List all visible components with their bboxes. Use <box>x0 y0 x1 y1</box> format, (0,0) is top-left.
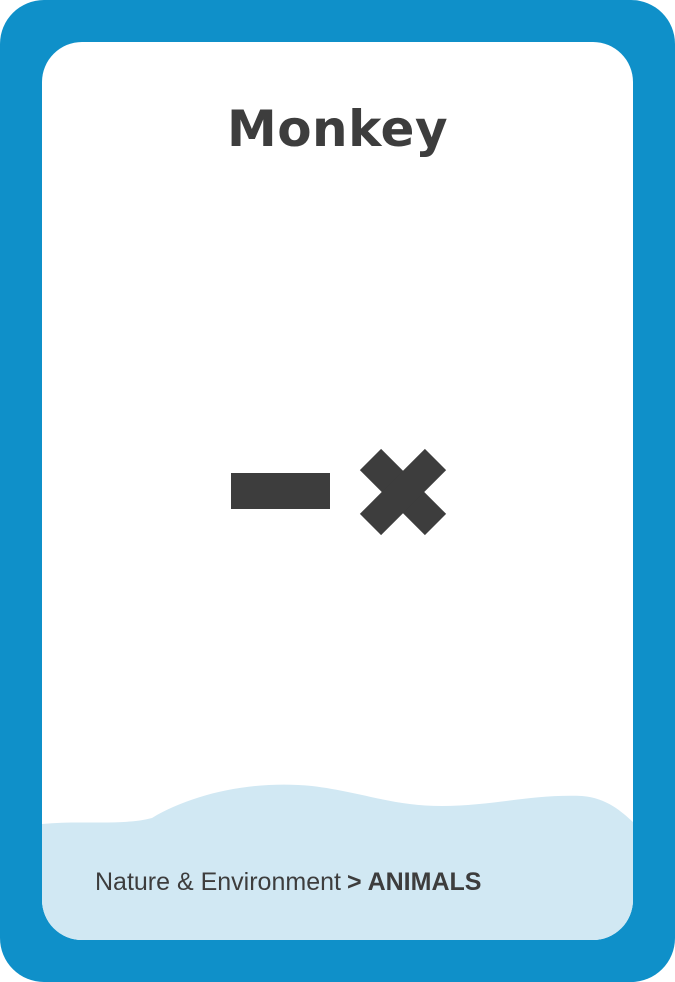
symbol-area <box>231 448 447 536</box>
breadcrumb-subcategory: ANIMALS <box>367 868 482 896</box>
minus-icon <box>231 473 330 509</box>
card-frame: Monkey Nature & Environment > ANIMALS <box>0 0 675 982</box>
flash-card[interactable]: Monkey Nature & Environment > ANIMALS <box>42 42 633 940</box>
cross-icon <box>359 448 447 536</box>
breadcrumb-category: Nature & Environment <box>95 868 341 896</box>
breadcrumb-separator: > <box>346 868 362 896</box>
breadcrumb: Nature & Environment > ANIMALS <box>95 868 481 897</box>
